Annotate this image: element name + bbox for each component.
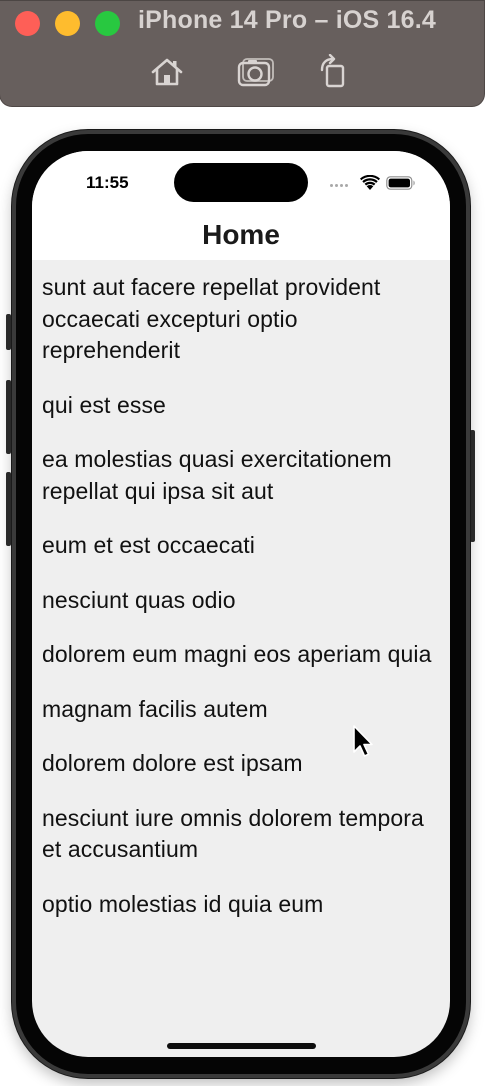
home-icon — [151, 58, 183, 86]
home-indicator[interactable] — [167, 1043, 316, 1049]
rotate-icon — [320, 54, 345, 88]
minimize-window-button[interactable] — [55, 11, 80, 36]
list-item[interactable]: magnam facilis autem — [42, 694, 434, 726]
rotate-button[interactable] — [314, 54, 352, 90]
wifi-icon — [360, 175, 380, 190]
volume-up-button — [6, 380, 11, 454]
zoom-window-button[interactable] — [95, 11, 120, 36]
cellular-signal-icon — [330, 184, 352, 188]
list-item[interactable]: sunt aut facere repellat provident occae… — [42, 272, 434, 367]
simulator-title: iPhone 14 Pro – iOS 16.4 — [138, 6, 436, 34]
home-button[interactable] — [148, 54, 186, 90]
list-item[interactable]: dolorem eum magni eos aperiam quia — [42, 639, 434, 671]
mouse-cursor-icon — [353, 725, 373, 757]
action-button — [6, 314, 11, 350]
list-item[interactable]: eum et est occaecati — [42, 530, 434, 562]
dynamic-island — [174, 163, 308, 202]
status-time: 11:55 — [86, 173, 129, 192]
close-window-button[interactable] — [15, 11, 40, 36]
volume-down-button — [6, 472, 11, 546]
simulator-window: iPhone 14 Pro – iOS 16.4 11:55 Home sunt… — [0, 0, 492, 1086]
simulator-title-bar: iPhone 14 Pro – iOS 16.4 — [0, 0, 484, 106]
post-list: sunt aut facere repellat provident occae… — [42, 272, 434, 943]
list-item[interactable]: ea molestias quasi exercitationem repell… — [42, 444, 434, 507]
page-title: Home — [202, 219, 280, 250]
battery-icon — [386, 176, 415, 190]
power-button — [470, 430, 475, 542]
list-item[interactable]: nesciunt quas odio — [42, 585, 434, 617]
list-item[interactable]: nesciunt iure omnis dolorem tempora et a… — [42, 803, 434, 866]
camera-icon — [237, 58, 274, 87]
list-item[interactable]: qui est esse — [42, 390, 434, 422]
screenshot-button[interactable] — [236, 54, 274, 90]
navigation-bar: 11:55 Home — [32, 151, 450, 260]
phone-screen: 11:55 Home sunt aut facere repellat prov… — [32, 151, 450, 1057]
list-item[interactable]: optio molestias id quia eum — [42, 889, 434, 921]
